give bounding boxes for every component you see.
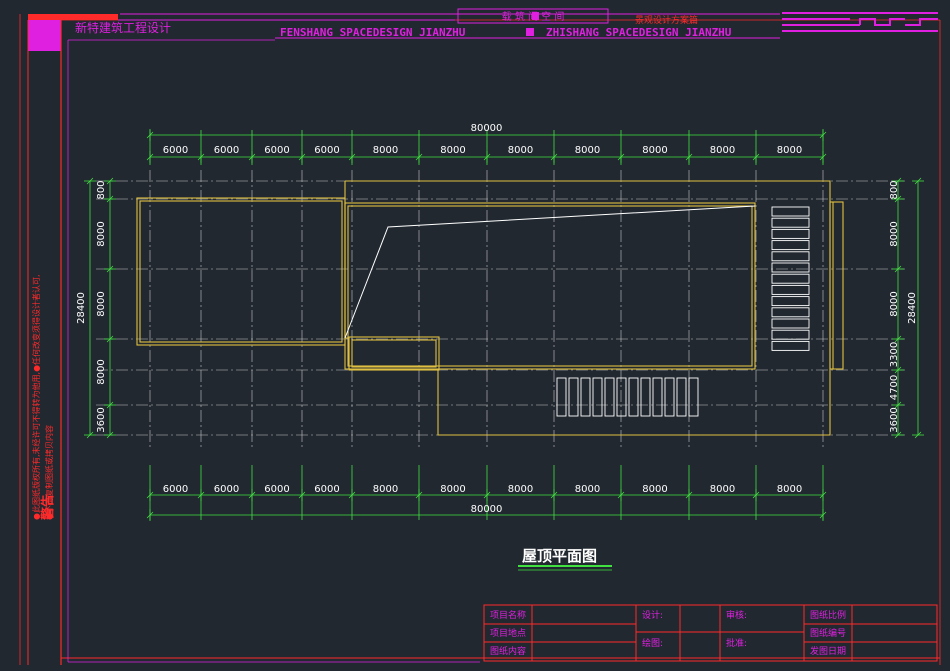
parking-stalls-bottom: [556, 377, 699, 417]
dim-label-right: 3300: [889, 342, 900, 367]
dim-label-bottom: 8000: [575, 484, 600, 495]
parking-stall: [652, 377, 663, 417]
roof-slope-line: [344, 205, 756, 339]
corner-magenta-block: [28, 20, 61, 51]
english-banner-left: FENSHANG SPACEDESIGN JIANZHU: [280, 26, 466, 39]
parking-stall: [771, 284, 810, 295]
parking-stall: [688, 377, 699, 417]
dim-label-bottom: 8000: [373, 484, 398, 495]
parking-stall: [568, 377, 579, 417]
dim-label-bottom: 8000: [642, 484, 667, 495]
axis-grid: [96, 170, 905, 448]
banner-separator-square: [526, 28, 534, 36]
building-outline: [136, 180, 844, 436]
header-red-strip: [28, 14, 118, 20]
dim-label-bottom: 6000: [264, 484, 289, 495]
parking-stall: [580, 377, 591, 417]
dim-label-left: 8000: [96, 359, 107, 384]
parking-stall: [664, 377, 675, 417]
cad-drawing-sheet: 新特建筑工程设计 载 筑 间 空 间 景观设计方案篇 FENSHANG SPAC…: [19, 8, 941, 665]
tb-number: 图纸编号: [810, 627, 846, 639]
parking-stall: [771, 273, 810, 284]
tb-review: 审核:: [726, 609, 747, 621]
dim-label-bottom: 8000: [440, 484, 465, 495]
dim-label-top: 8000: [373, 145, 398, 156]
header-subtitle: 景观设计方案篇: [635, 14, 698, 26]
dim-label-top: 8000: [575, 145, 600, 156]
brand-name: 载 筑 间 空 间: [502, 10, 565, 23]
dim-label-left: 8000: [96, 221, 107, 246]
dim-label-top: 8000: [710, 145, 735, 156]
dim-label-right: 8000: [889, 221, 900, 246]
ornament-pattern: [782, 12, 938, 32]
dimension-lines: [84, 129, 924, 521]
parking-stall: [771, 318, 810, 329]
title-block: [483, 604, 938, 662]
drawing-title: 屋顶平面图: [522, 547, 597, 565]
dim-label-left: 3600: [96, 407, 107, 432]
parking-stall: [771, 262, 810, 273]
parking-stall: [771, 240, 810, 251]
dim-label-bottom-total: 80000: [471, 504, 503, 515]
parking-stall: [771, 296, 810, 307]
parking-stall: [616, 377, 627, 417]
parking-stall: [771, 217, 810, 228]
dim-label-top-total: 80000: [471, 123, 503, 134]
english-banner-right: ZHISHANG SPACEDESIGN JIANZHU: [546, 26, 732, 39]
tb-design: 设计:: [642, 609, 663, 621]
parking-stall: [771, 228, 810, 239]
dim-label-bottom: 8000: [508, 484, 533, 495]
tb-drawing-content: 图纸内容: [490, 645, 526, 657]
dim-label-bottom: 8000: [777, 484, 802, 495]
parking-stall: [556, 377, 567, 417]
warning-line-1: ●此图纸版权所有,未经许可不得转为他用,●任何改变须得设计者认可,: [31, 274, 41, 520]
dim-label-right: 4700: [889, 375, 900, 400]
dim-label-right: 800: [889, 180, 900, 199]
dim-label-top: 8000: [508, 145, 533, 156]
tb-date: 发图日期: [810, 645, 846, 657]
dim-label-bottom: 8000: [710, 484, 735, 495]
parking-stall: [771, 329, 810, 340]
parking-stall: [640, 377, 651, 417]
dim-label-bottom: 6000: [314, 484, 339, 495]
parking-stall: [771, 307, 810, 318]
dim-label-top: 6000: [163, 145, 188, 156]
parking-stall: [676, 377, 687, 417]
parking-stall: [771, 206, 810, 217]
tb-project-site: 项目地点: [490, 627, 526, 639]
parking-stall: [628, 377, 639, 417]
parking-stall: [592, 377, 603, 417]
parking-stall: [771, 340, 810, 351]
parking-stall: [771, 251, 810, 262]
warning-title: 警告: [40, 494, 56, 520]
dim-label-top: 6000: [264, 145, 289, 156]
tb-draw: 绘图:: [642, 637, 663, 649]
dim-label-right: 8000: [889, 291, 900, 316]
dim-label-top: 8000: [777, 145, 802, 156]
dim-label-top: 8000: [642, 145, 667, 156]
dim-label-left: 800: [96, 180, 107, 199]
dim-label-bottom: 6000: [163, 484, 188, 495]
dim-label-top: 6000: [314, 145, 339, 156]
company-name: 新特建筑工程设计: [75, 20, 171, 35]
tb-approve: 批准:: [726, 637, 747, 649]
dim-label-top: 6000: [214, 145, 239, 156]
dim-label-left: 8000: [96, 291, 107, 316]
dim-label-left-total: 28400: [76, 292, 87, 324]
dim-label-top: 8000: [440, 145, 465, 156]
tb-scale: 图纸比例: [810, 609, 846, 621]
dim-label-right-total: 28400: [907, 292, 918, 324]
dim-label-right: 3600: [889, 407, 900, 432]
parking-stalls-right: [771, 206, 810, 351]
parking-stall: [604, 377, 615, 417]
dim-label-bottom: 6000: [214, 484, 239, 495]
tb-project-name: 项目名称: [490, 609, 526, 621]
